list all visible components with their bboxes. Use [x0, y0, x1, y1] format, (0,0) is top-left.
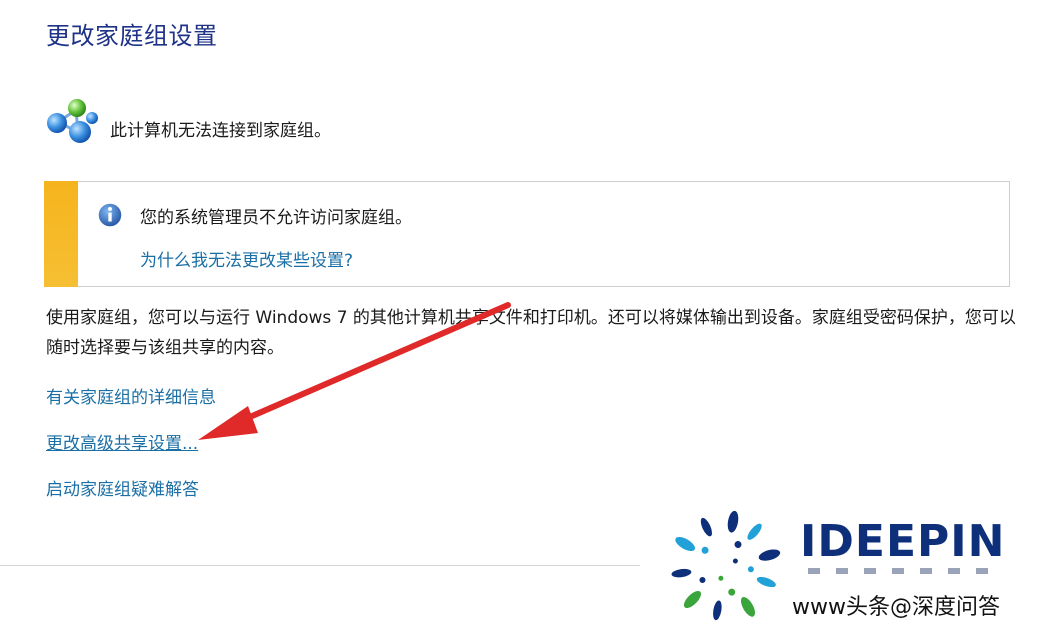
- watermark-credit: www头条@深度问答: [792, 595, 1000, 620]
- homegroup-settings-page: 更改家庭组设置 此计算机无法连接到家庭组。 您的系统管理员不允许访问家庭组。 为…: [0, 0, 1042, 636]
- divider: [0, 565, 640, 566]
- why-cant-change-link[interactable]: 为什么我无法更改某些设置?: [140, 246, 353, 271]
- watermark-brand: IDEEPIN: [800, 516, 1006, 567]
- homegroup-description: 使用家庭组，您可以与运行 Windows 7 的其他计算机共享文件和打印机。还可…: [46, 308, 1016, 358]
- info-accent-bar: [44, 181, 78, 287]
- advanced-sharing-settings-link[interactable]: 更改高级共享设置...: [46, 429, 198, 454]
- page-title: 更改家庭组设置: [46, 22, 218, 50]
- ideepin-swirl-logo: [671, 510, 781, 621]
- info-panel: 您的系统管理员不允许访问家庭组。 为什么我无法更改某些设置?: [44, 181, 1010, 287]
- homegroup-details-link[interactable]: 有关家庭组的详细信息: [46, 383, 216, 408]
- info-icon: [97, 202, 123, 228]
- homegroup-network-icon: [47, 99, 98, 143]
- status-message: 此计算机无法连接到家庭组。: [110, 121, 331, 141]
- info-message: 您的系统管理员不允许访问家庭组。: [140, 208, 412, 228]
- homegroup-troubleshoot-link[interactable]: 启动家庭组疑难解答: [46, 475, 199, 500]
- watermark-subtitle-marks: [808, 568, 988, 574]
